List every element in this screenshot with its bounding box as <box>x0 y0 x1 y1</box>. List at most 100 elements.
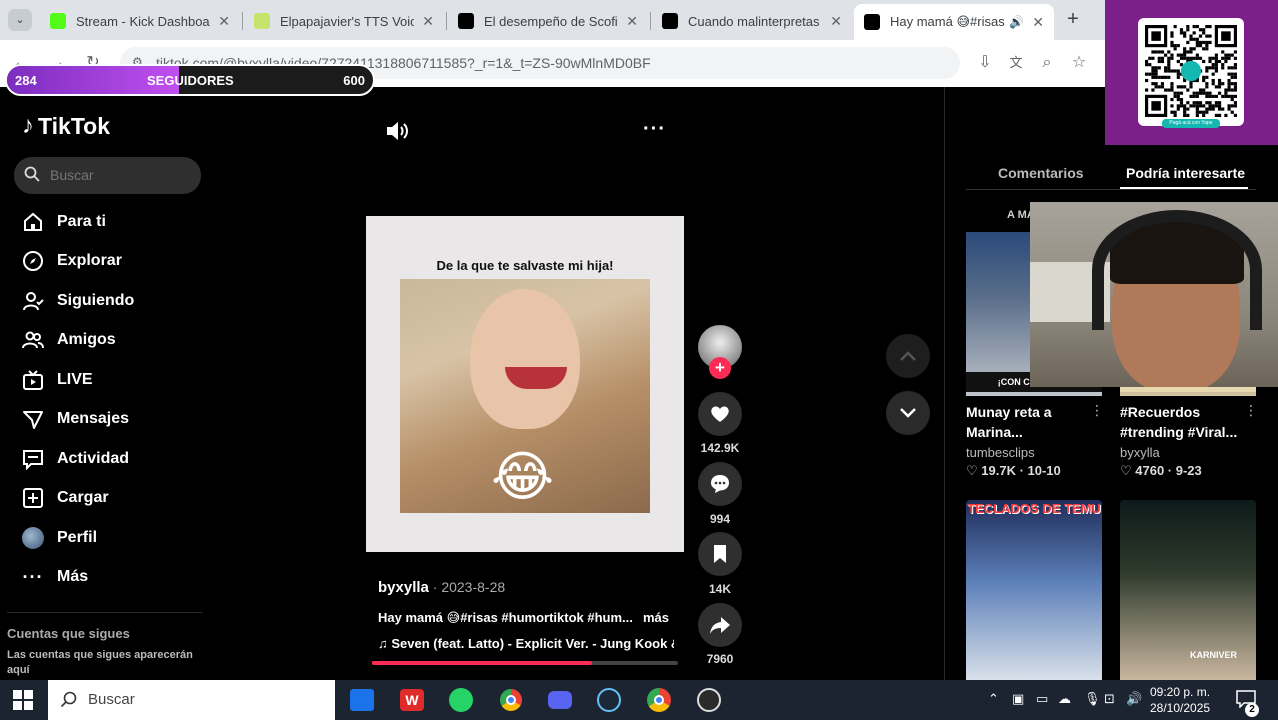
follow-plus-button[interactable]: + <box>709 357 731 379</box>
new-tab-button[interactable]: + <box>1062 8 1084 30</box>
tab-separator <box>242 12 243 30</box>
tab-close-icon[interactable]: ✕ <box>830 13 842 30</box>
follower-goal: 600 <box>343 73 365 88</box>
tray-device-icon[interactable]: ▭ <box>1036 691 1048 707</box>
followed-accounts-note: Las cuentas que sigues aparecerán aquí <box>7 649 193 676</box>
volume-tray-icon[interactable]: 🔊 <box>1126 691 1142 707</box>
recommendation-title[interactable]: Munay reta a Marina... <box>966 402 1052 442</box>
steam-icon[interactable] <box>594 685 624 715</box>
profile-avatar <box>22 527 44 549</box>
recommendation-author[interactable]: byxylla <box>1120 445 1160 460</box>
taskbar-clock[interactable]: 09:20 p. m. 28/10/2025 <box>1150 684 1210 716</box>
nav-item-amigos[interactable]: Amigos <box>22 325 116 355</box>
zoom-icon[interactable]: ⌕ <box>1036 52 1058 74</box>
tab-audio-icon[interactable]: 🔊 <box>1009 15 1024 29</box>
share-button[interactable] <box>698 603 742 647</box>
nav-item-cargar[interactable]: Cargar <box>22 483 109 513</box>
yape-qr-overlay: Pagá acá con Yape <box>1105 0 1278 145</box>
translate-icon[interactable]: 文 <box>1005 52 1027 74</box>
windows-start-icon[interactable] <box>13 690 33 710</box>
tab-comments[interactable]: Comentarios <box>998 165 1084 181</box>
follower-count: 284 <box>15 73 37 88</box>
onedrive-icon[interactable]: ☁ <box>1058 691 1071 707</box>
nav-item-para-ti[interactable]: Para ti <box>22 207 106 237</box>
nav-item-perfil[interactable]: Perfil <box>22 523 97 553</box>
video-date: · 2023-8-28 <box>428 579 506 595</box>
tab-recommendations[interactable]: Podría interesarte <box>1126 165 1245 181</box>
wps-office-icon[interactable]: W <box>397 685 427 715</box>
tab-close-icon[interactable]: ✕ <box>1032 14 1044 31</box>
previous-video-button[interactable] <box>886 334 930 378</box>
comment-button[interactable] <box>698 462 742 506</box>
tab-search-dropdown[interactable]: ⌄ <box>8 9 32 31</box>
like-button[interactable] <box>698 392 742 436</box>
tiktok-logo[interactable]: ♪ TikTok <box>22 112 110 140</box>
nav-item-siguiendo[interactable]: Siguiendo <box>22 286 134 316</box>
chrome-icon[interactable] <box>644 685 674 715</box>
save-button[interactable] <box>698 532 742 576</box>
video-player[interactable]: De la que te salvaste mi hija! 😂 <box>366 216 684 552</box>
chevron-down-icon <box>900 408 916 418</box>
recommendation-menu-icon[interactable]: ⋮ <box>1090 402 1104 419</box>
thumb-caption: TECLADOS DE TEMU <box>967 501 1101 516</box>
active-tab-underline <box>1120 187 1248 189</box>
nav-label: Mensajes <box>57 410 130 427</box>
tab-title: Stream - Kick Dashboard <box>76 13 211 29</box>
discord-icon[interactable] <box>545 685 575 715</box>
bookmark-star-icon[interactable]: ☆ <box>1068 52 1090 74</box>
followed-accounts-title: Cuentas que sigues <box>7 626 130 641</box>
tab-close-icon[interactable]: ✕ <box>422 13 434 30</box>
tray-app-icon[interactable]: ▣ <box>1012 691 1024 707</box>
browser-tab[interactable]: El desempeño de Scofiel ✕ <box>448 6 648 36</box>
activity-icon <box>22 448 44 470</box>
nav-item-actividad[interactable]: Actividad <box>22 444 129 474</box>
install-app-icon[interactable]: ⇩ <box>974 52 996 74</box>
recommendation-thumbnail[interactable]: TECLADOS DE TEMU <box>966 500 1102 680</box>
tab-title: Elpapajavier's TTS Voice <box>280 13 415 29</box>
browser-tab[interactable]: Cuando malinterpretas la ✕ <box>652 6 852 36</box>
tab-close-icon[interactable]: ✕ <box>626 13 638 30</box>
search-box[interactable] <box>14 157 201 194</box>
whatsapp-icon[interactable] <box>446 685 476 715</box>
nav-item-mensajes[interactable]: Mensajes <box>22 404 129 434</box>
follower-goal-bar: 284 SEGUIDORES 600 <box>5 64 375 96</box>
volume-icon[interactable] <box>384 118 410 144</box>
recommendation-title[interactable]: #Recuerdos #trending #Viral... <box>1120 402 1237 442</box>
author-name[interactable]: byxylla <box>378 579 429 596</box>
search-input[interactable] <box>50 165 190 185</box>
tiktok-note-icon: ♪ <box>22 112 34 139</box>
recommendation-stats: ♡ 4760 · 9-23 <box>1120 463 1202 478</box>
tab-title: El desempeño de Scofiel <box>484 13 619 29</box>
browser-tab-active[interactable]: Hay mamá 😅#risas 🔊 ✕ <box>854 4 1054 40</box>
video-progress-bar[interactable] <box>372 661 678 665</box>
tray-chevron-icon[interactable]: ⌃ <box>988 691 999 707</box>
tiktok-favicon-icon <box>864 14 880 30</box>
recommendation-menu-icon[interactable]: ⋮ <box>1244 402 1258 419</box>
tab-separator <box>650 12 651 30</box>
more-icon: ··· <box>22 566 44 587</box>
browser-tab-strip: ⌄ Stream - Kick Dashboard ✕ Elpapajavier… <box>0 0 1105 40</box>
video-author[interactable]: byxylla · 2023-8-28 <box>378 579 505 596</box>
video-more-options-icon[interactable]: ··· <box>643 118 666 141</box>
obs-icon[interactable] <box>694 685 724 715</box>
next-video-button[interactable] <box>886 391 930 435</box>
recommendation-author[interactable]: tumbesclips <box>966 445 1035 460</box>
nav-label: LIVE <box>57 371 93 388</box>
nav-item-live[interactable]: LIVE <box>22 365 93 395</box>
nav-item-explorar[interactable]: Explorar <box>22 246 122 276</box>
browser-tab[interactable]: Stream - Kick Dashboard ✕ <box>40 6 240 36</box>
tab-close-icon[interactable]: ✕ <box>218 13 230 30</box>
outlook-icon[interactable] <box>347 685 377 715</box>
browser-tab[interactable]: Elpapajavier's TTS Voice ✕ <box>244 6 444 36</box>
description-more-link[interactable]: más <box>643 610 669 625</box>
video-music[interactable]: ♫ Seven (feat. Latto) - Explicit Ver. - … <box>378 636 674 651</box>
clock-time: 09:20 p. m. <box>1150 685 1211 699</box>
microphone-icon[interactable]: 🎙 <box>1084 691 1101 707</box>
chrome-icon[interactable] <box>486 680 536 720</box>
recommendation-thumbnail[interactable]: KARNIVER <box>1120 500 1256 680</box>
video-face <box>470 289 580 429</box>
nav-item-mas[interactable]: ··· Más <box>22 562 89 592</box>
taskbar-search[interactable]: Buscar <box>48 680 335 720</box>
like-count: 142.9K <box>700 441 740 455</box>
network-icon[interactable]: ⊡ <box>1104 691 1115 707</box>
